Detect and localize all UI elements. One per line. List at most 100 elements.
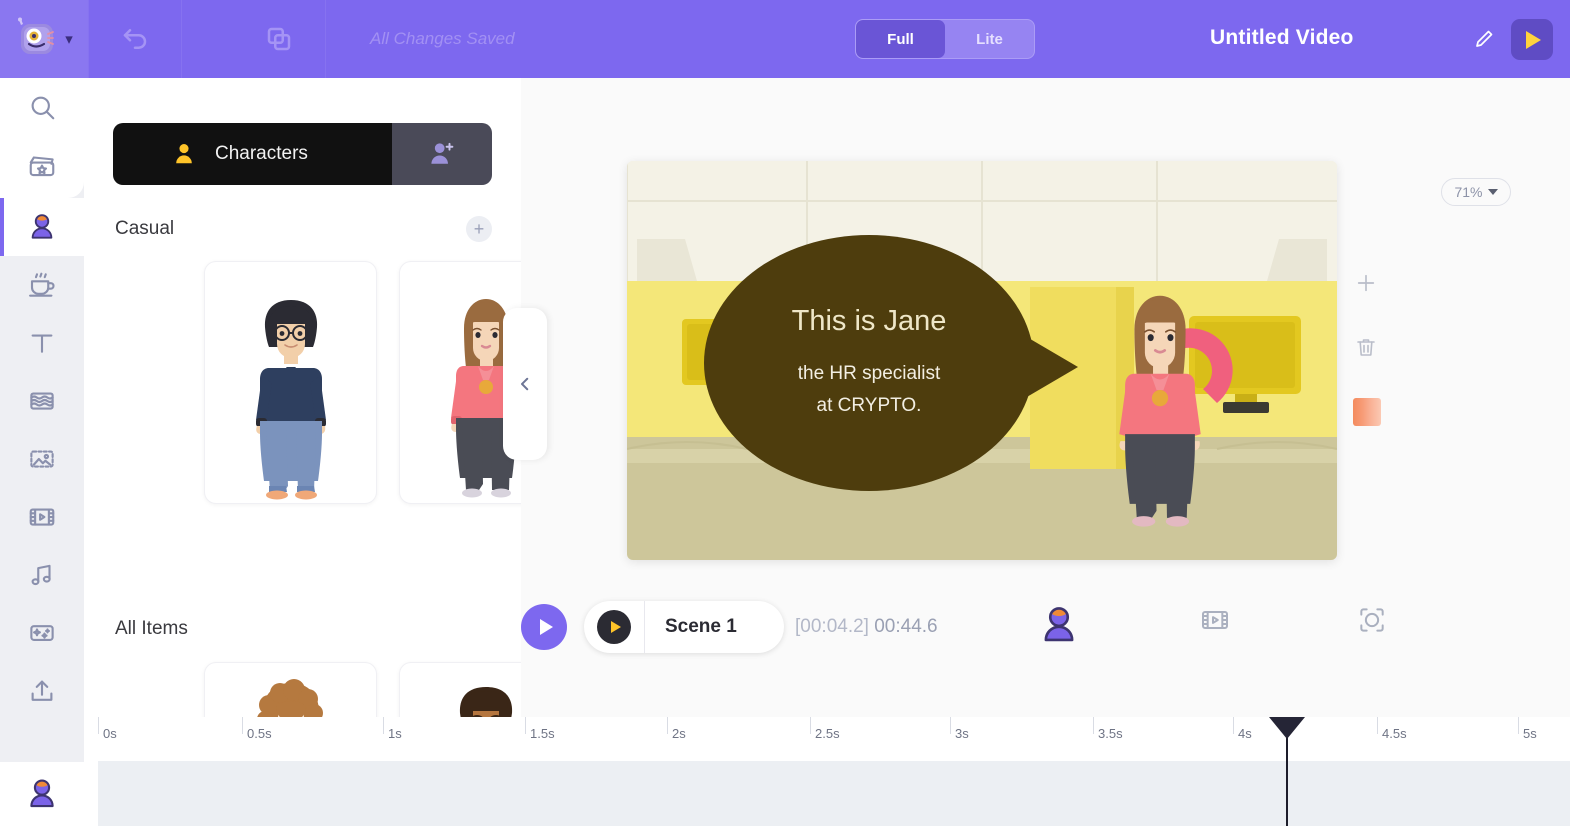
pencil-icon[interactable] xyxy=(1472,27,1496,51)
delete-element-button[interactable] xyxy=(1353,334,1379,360)
duplicate-button[interactable] xyxy=(232,0,326,78)
film-icon xyxy=(1202,611,1228,629)
sidebar-item-music[interactable] xyxy=(0,546,84,604)
mode-toggle[interactable]: Full Lite xyxy=(855,19,1035,59)
copy-icon xyxy=(267,27,290,51)
bubble-headline: This is Jane xyxy=(791,305,947,338)
tick-label: 3.5s xyxy=(1098,726,1123,741)
character-card-man-glasses[interactable] xyxy=(204,261,377,504)
undo-icon xyxy=(123,29,147,49)
video-title[interactable]: Untitled Video xyxy=(1210,26,1354,50)
left-rail xyxy=(0,78,84,826)
timeline-playhead[interactable] xyxy=(1269,717,1305,826)
tick-label: 1.5s xyxy=(530,726,555,741)
search-icon xyxy=(31,96,55,120)
sidebar-item-upload[interactable] xyxy=(0,662,84,720)
character-icon xyxy=(31,214,53,239)
person-icon xyxy=(176,144,192,164)
scene-play-button[interactable] xyxy=(521,604,567,650)
sidebar-item-images[interactable] xyxy=(0,430,84,488)
character-man-glasses-navy-sweater-thumb xyxy=(255,300,326,500)
section-title-casual: Casual xyxy=(115,218,175,239)
person-add-icon xyxy=(431,142,454,164)
video-canvas[interactable]: This is Jane the HR specialist at CRYPTO… xyxy=(627,161,1337,560)
character-man-curly-hair-navy-hoodie-thumb xyxy=(256,679,323,717)
preview-button[interactable] xyxy=(1511,19,1553,60)
mode-option-full[interactable]: Full xyxy=(856,20,945,58)
tab-characters[interactable]: Characters xyxy=(113,123,392,185)
sparkle-icon xyxy=(30,625,54,641)
sidebar-item-props[interactable] xyxy=(0,256,84,314)
section-header-all-items: All Items xyxy=(115,618,492,640)
library-panel: Characters Casual + All Items xyxy=(84,78,521,717)
tab-add-character[interactable] xyxy=(392,123,492,185)
sidebar-item-text[interactable] xyxy=(0,314,84,372)
image-icon xyxy=(30,450,54,468)
sidebar-item-background[interactable] xyxy=(0,372,84,430)
tick-label: 2s xyxy=(672,726,686,741)
coffee-cup-icon xyxy=(29,272,55,297)
text-icon xyxy=(31,334,53,353)
casual-grid xyxy=(204,261,521,504)
tick-label: 0.5s xyxy=(247,726,272,741)
clapperboard-icon xyxy=(29,156,55,177)
speech-bubble[interactable]: This is Jane the HR specialist at CRYPTO… xyxy=(704,235,1078,491)
sidebar-item-characters[interactable] xyxy=(0,198,84,256)
character-icon xyxy=(1044,607,1074,642)
account-avatar-button[interactable] xyxy=(0,762,84,826)
top-bar: ▾ All Changes Saved Full Lite Untitled V… xyxy=(0,0,1570,78)
add-element-button[interactable] xyxy=(1353,270,1379,296)
timeline: 0s 0.5s 1s 1.5s 2s 2.5s 3s 3.5s 4s 4.5s … xyxy=(84,717,1570,826)
mode-option-lite[interactable]: Lite xyxy=(945,20,1034,58)
sidebar-item-search[interactable] xyxy=(0,78,84,136)
zoom-level-value: 71% xyxy=(1454,184,1483,200)
canvas-side-tools xyxy=(1353,270,1381,426)
music-note-icon xyxy=(31,564,51,586)
character-man-orange-shirt-glasses-thumb xyxy=(459,687,512,717)
scene-tool-focus[interactable] xyxy=(1356,604,1388,636)
upload-icon xyxy=(31,680,53,701)
character-card-man-orange[interactable] xyxy=(399,662,521,717)
chip-divider xyxy=(644,601,645,653)
logo-chevron-down-icon: ▾ xyxy=(65,30,73,48)
play-triangle-icon xyxy=(1526,30,1541,49)
scene-preview-button[interactable] xyxy=(597,610,631,644)
play-triangle-icon xyxy=(610,621,621,633)
scene-name: Scene 1 xyxy=(665,616,737,637)
character-card-man-curly[interactable] xyxy=(204,662,377,717)
current-time: [00:04.2] xyxy=(795,616,869,637)
tick-label: 1s xyxy=(388,726,402,741)
color-swatch-button[interactable] xyxy=(1353,398,1381,426)
avatar-icon xyxy=(30,779,54,808)
tick-label: 0s xyxy=(103,726,117,741)
tick-label: 2.5s xyxy=(815,726,840,741)
bubble-subline-2: at CRYPTO. xyxy=(816,394,922,416)
app-logo-button[interactable]: ▾ xyxy=(0,0,88,78)
scene-tool-film[interactable] xyxy=(1199,604,1231,636)
tick-label: 4.5s xyxy=(1382,726,1407,741)
timeline-track[interactable] xyxy=(98,761,1570,826)
tick-label: 3s xyxy=(955,726,969,741)
tab-characters-label: Characters xyxy=(215,143,308,164)
scene-chip[interactable]: Scene 1 xyxy=(584,601,784,653)
undo-button[interactable] xyxy=(88,0,182,78)
timecode-display: [00:04.2] 00:44.6 xyxy=(795,616,938,638)
trash-icon xyxy=(1357,339,1375,356)
timeline-ruler[interactable]: 0s 0.5s 1s 1.5s 2s 2.5s 3s 3.5s 4s 4.5s … xyxy=(84,717,1570,757)
sidebar-item-effects[interactable] xyxy=(0,604,84,662)
zoom-level-dropdown[interactable]: 71% xyxy=(1441,178,1511,206)
sidebar-item-scenes[interactable] xyxy=(0,136,84,194)
film-icon xyxy=(29,508,55,526)
background-waves-icon xyxy=(30,392,54,410)
total-time: 00:44.6 xyxy=(874,616,938,637)
panel-collapse-button[interactable] xyxy=(503,308,547,460)
bubble-subline-1: the HR specialist xyxy=(797,363,941,385)
scene-tool-characters[interactable] xyxy=(1038,604,1080,646)
sidebar-item-video[interactable] xyxy=(0,488,84,546)
focus-icon xyxy=(1360,608,1384,632)
plus-icon xyxy=(1357,274,1375,292)
chevron-left-icon xyxy=(521,377,529,391)
all-items-grid xyxy=(204,662,521,717)
canvas-character-jane[interactable] xyxy=(1095,283,1225,533)
add-casual-button[interactable]: + xyxy=(466,216,492,242)
